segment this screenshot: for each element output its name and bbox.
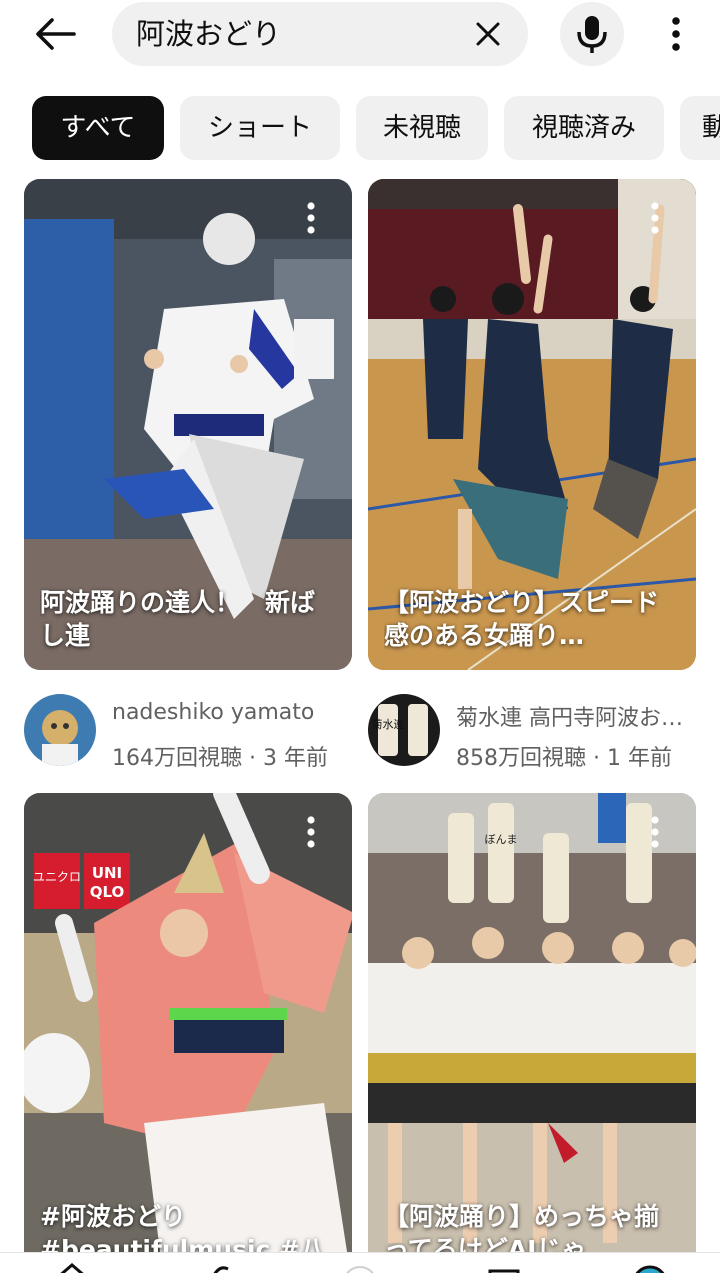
chip-more[interactable]: 動 xyxy=(680,96,720,160)
uniqlo-sign-top: UNI xyxy=(92,864,122,882)
lantern-text: ぼんま xyxy=(485,833,518,846)
video-more-button[interactable] xyxy=(650,201,678,241)
channel-avatar[interactable]: 菊水連 xyxy=(368,694,440,766)
back-button[interactable] xyxy=(30,12,80,56)
channel-avatar[interactable] xyxy=(24,694,96,766)
shorts-icon xyxy=(213,1266,229,1273)
more-options-button[interactable] xyxy=(660,12,692,56)
avatar-lantern-text: 菊水連 xyxy=(372,717,405,731)
voice-search-button[interactable] xyxy=(560,2,624,66)
nav-create[interactable] xyxy=(340,1261,380,1273)
uniqlo-katakana-sign: ユニクロ xyxy=(33,870,81,884)
chip-watched[interactable]: 視聴済み xyxy=(504,96,664,160)
video-meta: nadeshiko yamato 164万回視聴 · 3 年前 xyxy=(24,686,352,771)
video-title: 阿波踊りの達人！ 新ばし連 xyxy=(40,588,316,650)
chip-all[interactable]: すべて xyxy=(32,96,164,160)
video-more-button[interactable] xyxy=(650,815,678,855)
more-vertical-icon xyxy=(651,816,659,848)
nav-home[interactable] xyxy=(52,1261,92,1273)
subscriptions-icon xyxy=(488,1269,520,1273)
channel-name[interactable]: 菊水連 高円寺阿波お… xyxy=(456,700,696,732)
arrow-left-icon xyxy=(36,18,76,50)
nav-you[interactable] xyxy=(630,1261,670,1273)
video-title: 【阿波おどり】スピード感のある女踊り… xyxy=(384,588,660,650)
video-stats: 858万回視聴 · 1 年前 xyxy=(456,746,672,771)
more-vertical-icon xyxy=(651,202,659,234)
search-box[interactable]: 阿波おどり xyxy=(112,2,528,66)
filter-chips: すべて ショート 未視聴 視聴済み 動 xyxy=(0,96,720,162)
nav-subscriptions[interactable] xyxy=(484,1261,524,1273)
video-meta: 菊水連 菊水連 高円寺阿波お… 858万回視聴 · 1 年前 xyxy=(368,686,696,771)
video-stats: 164万回視聴 · 3 年前 xyxy=(112,746,328,771)
chip-shorts[interactable]: ショート xyxy=(180,96,340,160)
more-vertical-icon xyxy=(672,17,680,51)
chip-unwatched[interactable]: 未視聴 xyxy=(356,96,488,160)
microphone-icon xyxy=(577,16,607,53)
search-query[interactable]: 阿波おどり xyxy=(136,2,281,66)
close-icon xyxy=(476,22,500,46)
more-vertical-icon xyxy=(307,816,315,848)
avatar-image xyxy=(24,694,96,766)
video-more-button[interactable] xyxy=(306,201,334,241)
video-thumbnail[interactable]: ぼんま 【阿波踊り】めっちゃ揃ってるけどAIじゃ xyxy=(368,793,696,1273)
clear-search-button[interactable] xyxy=(468,14,508,54)
more-vertical-icon xyxy=(307,202,315,234)
top-bar: 阿波おどり xyxy=(0,0,720,72)
add-icon xyxy=(346,1266,374,1273)
channel-name[interactable]: nadeshiko yamato xyxy=(112,700,352,725)
avatar-image: 菊水連 xyxy=(368,694,440,766)
home-icon xyxy=(60,1263,84,1273)
video-thumbnail[interactable]: ユニクロ UNI QLO #阿波おどり #beautifulmusic #八 xyxy=(24,793,352,1273)
nav-shorts[interactable] xyxy=(200,1261,240,1273)
avatar-icon xyxy=(635,1265,665,1273)
video-thumbnail[interactable]: 【阿波おどり】スピード感のある女踊り… xyxy=(368,179,696,670)
video-more-button[interactable] xyxy=(306,815,334,855)
uniqlo-sign-bottom: QLO xyxy=(90,883,125,901)
video-thumbnail[interactable]: 阿波踊りの達人！ 新ばし連 xyxy=(24,179,352,670)
bottom-navigation xyxy=(0,1252,720,1273)
